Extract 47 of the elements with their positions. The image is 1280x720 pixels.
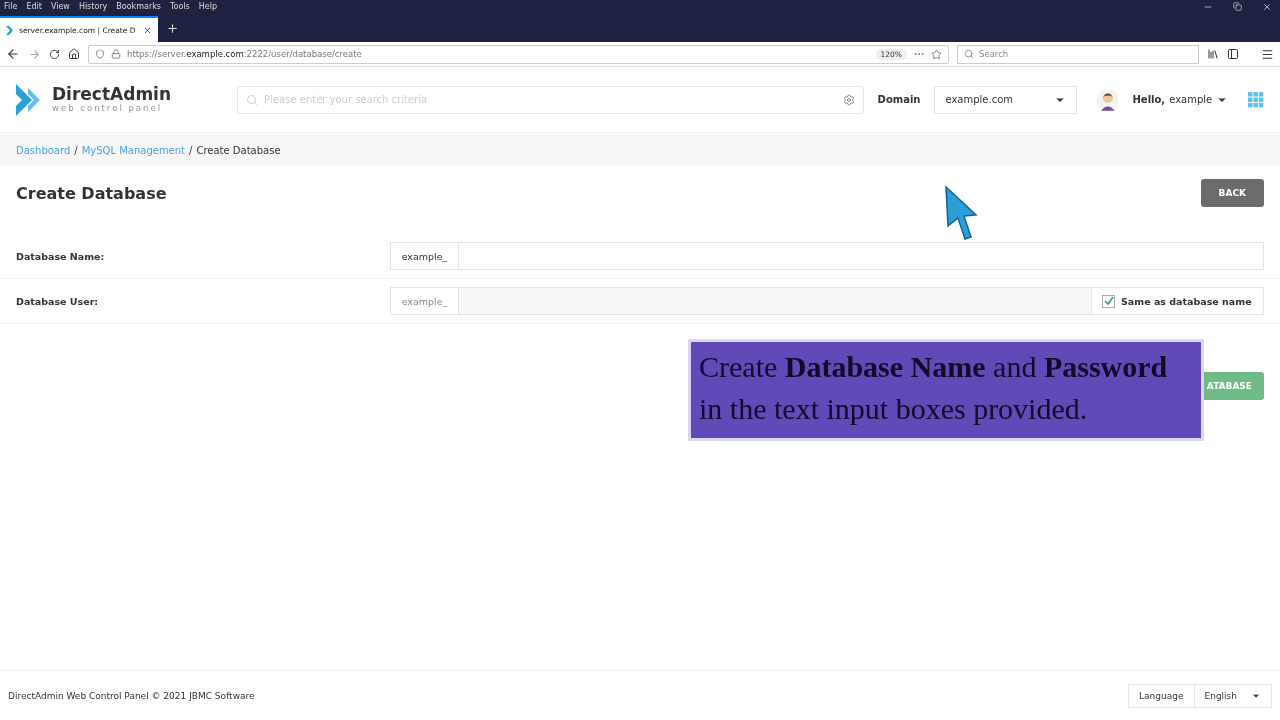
search-icon: [246, 93, 259, 106]
library-icon[interactable]: [1207, 48, 1219, 60]
lock-icon: [111, 49, 121, 59]
caption-overlay: Create Database Name and Password in the text input boxes provided.: [688, 339, 1204, 441]
url-text: https://server.example.com:2222/user/database/create: [127, 49, 362, 59]
page-title: Create Database: [16, 183, 167, 203]
menu-item[interactable]: Bookmarks: [116, 2, 162, 11]
menu-item[interactable]: Tools: [170, 2, 190, 11]
domain-select[interactable]: example.com: [934, 85, 1077, 114]
home-icon[interactable]: [68, 48, 80, 60]
footer-copyright: DirectAdmin Web Control Panel © 2021 JBMC Software: [8, 690, 255, 701]
new-tab-icon[interactable]: [166, 22, 179, 35]
search-icon: [964, 49, 974, 59]
back-button[interactable]: BACK: [1200, 179, 1264, 207]
shield-icon: [95, 49, 105, 59]
field-label: Database User:: [16, 295, 100, 307]
language-label: Language: [1128, 683, 1195, 708]
domain-label: Domain: [877, 94, 921, 105]
sidebar-icon[interactable]: [1227, 48, 1239, 60]
menu-item[interactable]: History: [78, 2, 108, 11]
logo-subtitle: web control panel: [52, 103, 164, 113]
breadcrumb-text: /: [189, 144, 193, 156]
check-icon: [1103, 296, 1114, 306]
text-field[interactable]: example_: [390, 242, 1264, 270]
close-icon[interactable]: [1262, 2, 1272, 12]
chevron-icon: [6, 25, 14, 35]
logo-title: DirectAdmin: [52, 86, 172, 103]
user-menu[interactable]: Hello, example: [1132, 93, 1229, 106]
menu-icon[interactable]: [1261, 47, 1274, 61]
reload-icon[interactable]: [49, 48, 60, 60]
mouse-cursor-icon: [944, 185, 978, 241]
menu-item[interactable]: Help: [198, 2, 217, 11]
settings-icon[interactable]: [842, 93, 855, 106]
breadcrumb-text: /: [74, 144, 78, 156]
menu-item[interactable]: View: [50, 2, 70, 11]
breadcrumb-text: Create Database: [196, 144, 281, 156]
menu-item[interactable]: File: [4, 2, 18, 11]
search-field[interactable]: Search: [957, 44, 1199, 64]
avatar-icon[interactable]: [1096, 88, 1119, 111]
language-select[interactable]: English: [1194, 683, 1272, 708]
star-icon[interactable]: [931, 48, 942, 60]
close-icon[interactable]: [143, 25, 152, 35]
field-prefix: example_: [391, 288, 459, 314]
field-label: Database Name:: [16, 250, 106, 262]
back-icon[interactable]: [6, 47, 20, 61]
restore-icon[interactable]: [1233, 2, 1242, 11]
menu-item[interactable]: Edit: [26, 2, 42, 11]
